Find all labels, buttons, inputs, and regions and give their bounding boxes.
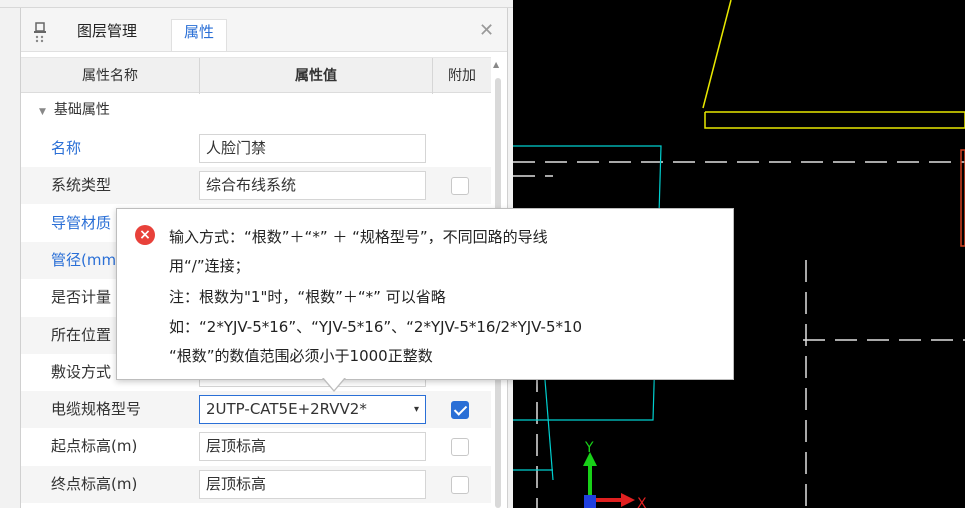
- tooltip-line-2: 用“/”连接；: [169, 257, 250, 275]
- x-axis-label: X: [637, 496, 647, 508]
- property-label: 系统类型: [51, 176, 112, 195]
- property-value-text: 2UTP-CAT5E+2RVV2*: [206, 400, 367, 419]
- scroll-up-arrow-icon[interactable]: ▲: [493, 60, 499, 69]
- tooltip-line-4: 如：“2*YJV-5*16”、“YJV-5*16”、“2*YJV-5*16/2*…: [169, 318, 583, 336]
- property-row[interactable]: 终点标高(m) 层顶标高: [21, 465, 491, 503]
- group-label: 基础属性: [53, 102, 110, 118]
- extra-checkbox[interactable]: [451, 401, 469, 420]
- property-value-field[interactable]: 人脸门禁: [199, 134, 426, 163]
- property-label: 电缆规格型号: [51, 400, 142, 419]
- extra-checkbox[interactable]: [451, 438, 469, 457]
- property-label: 所在位置: [51, 325, 112, 344]
- axis-origin: [584, 495, 596, 508]
- tooltip-line-5: “根数”的数值范围必须小于1000正整数: [169, 347, 433, 365]
- property-value-text: 人脸门禁: [206, 139, 267, 157]
- error-icon: ×: [135, 225, 155, 245]
- property-row[interactable]: 系统类型 综合布线系统: [21, 167, 491, 205]
- header-property-value: 属性值: [200, 58, 433, 94]
- property-label: 导管材质: [51, 213, 112, 232]
- dropdown-arrow-icon[interactable]: ▾: [414, 396, 419, 423]
- pin-icon[interactable]: [33, 22, 47, 44]
- property-row[interactable]: 电缆规格型号 2UTP-CAT5E+2RVV2* ▾: [21, 391, 491, 429]
- property-value-text: 层顶标高: [206, 474, 267, 493]
- header-property-name: 属性名称: [21, 58, 200, 94]
- property-value-field[interactable]: 综合布线系统: [199, 171, 426, 201]
- y-axis-label: Y: [584, 440, 594, 456]
- property-label: 终点标高(m): [51, 474, 138, 493]
- tab-properties[interactable]: 属性: [171, 19, 227, 51]
- table-header: 属性名称 属性值 附加: [21, 57, 491, 94]
- extra-checkbox[interactable]: [451, 177, 469, 196]
- property-label: 敷设方式: [51, 362, 112, 381]
- panel-top-border: [0, 0, 513, 8]
- property-label: 是否计量: [51, 288, 112, 307]
- header-extra: 附加: [448, 68, 476, 84]
- property-row[interactable]: 名称 人脸门禁: [21, 130, 491, 167]
- extra-checkbox[interactable]: [451, 475, 469, 494]
- property-label: 起点标高(m): [51, 437, 138, 456]
- tooltip-line-3: 注：根数为"1"时，“根数”＋“*” 可以省略: [169, 288, 446, 306]
- tab-layer-management[interactable]: 图层管理: [67, 19, 147, 51]
- tooltip-pointer-fill: [323, 377, 345, 390]
- property-value-text: 层顶标高: [206, 437, 267, 456]
- property-label: 名称: [51, 139, 82, 157]
- close-icon[interactable]: ✕: [479, 22, 494, 40]
- property-value-field[interactable]: 层顶标高: [199, 432, 426, 462]
- tooltip-line-1: 输入方式：“根数”＋“*” ＋ “规格型号”，不同回路的导线: [169, 228, 548, 246]
- property-label: 管径(mm): [51, 250, 122, 269]
- collapse-triangle-icon[interactable]: ▼: [39, 107, 46, 117]
- property-row[interactable]: 起点标高(m) 层顶标高: [21, 428, 491, 465]
- group-basic-properties[interactable]: ▼ 基础属性: [21, 93, 491, 127]
- property-value-field[interactable]: 2UTP-CAT5E+2RVV2* ▾: [199, 395, 426, 425]
- property-value-text: 综合布线系统: [206, 176, 297, 195]
- tab-bar: 图层管理 属性 ✕: [21, 8, 507, 52]
- property-value-field[interactable]: 层顶标高: [199, 469, 426, 499]
- input-hint-tooltip: × 输入方式：“根数”＋“*” ＋ “规格型号”，不同回路的导线 用“/”连接；…: [116, 208, 734, 380]
